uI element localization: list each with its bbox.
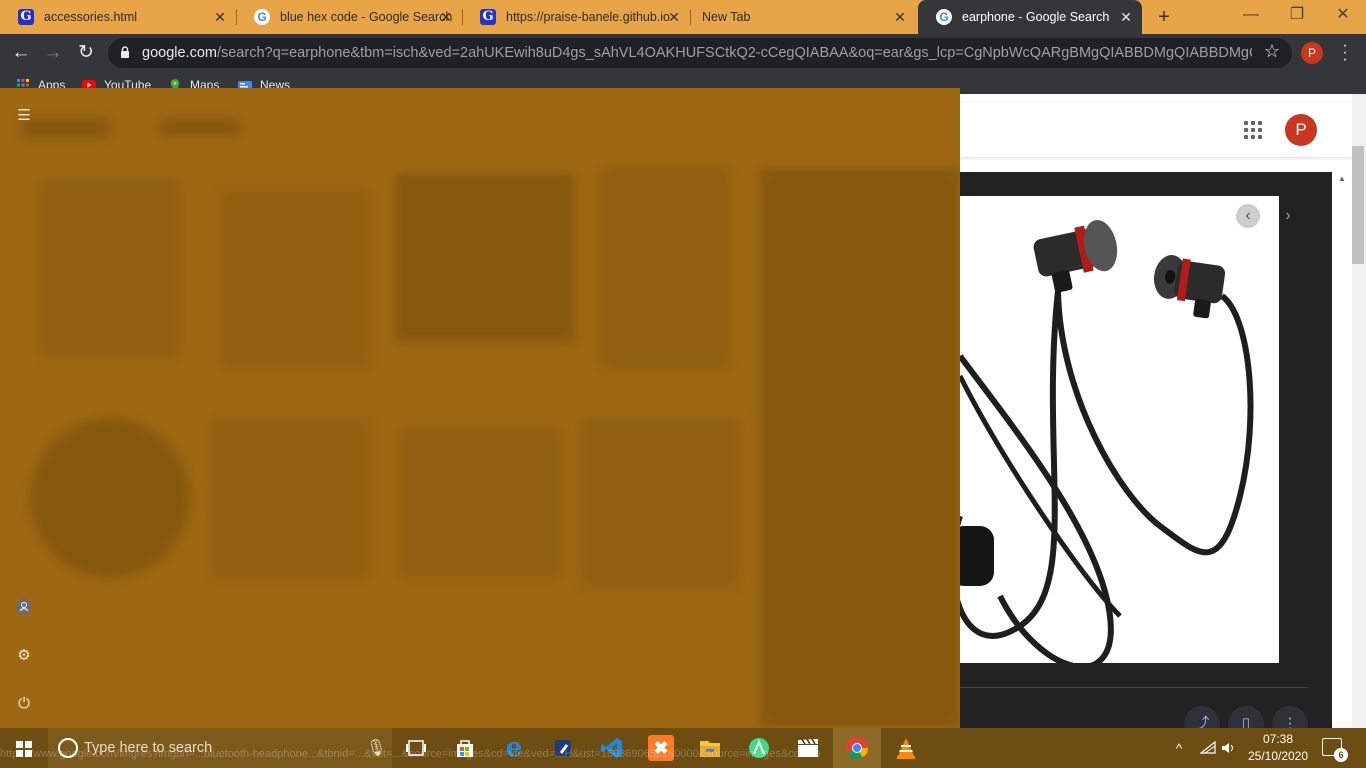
tab-blue-hex-code[interactable]: G blue hex code - Google Search ✕ bbox=[236, 0, 462, 34]
clock-time: 07:38 bbox=[1262, 732, 1294, 746]
new-tab-button[interactable]: + bbox=[1152, 5, 1176, 29]
tab-praise-banele[interactable]: G https://praise-banele.github.io ✕ bbox=[462, 0, 690, 34]
start-menu-overlay: ☰ ⚙ ⏻ bbox=[0, 88, 960, 728]
power-icon[interactable]: ⏻ bbox=[14, 694, 34, 714]
window-close-icon[interactable]: ✕ bbox=[1320, 0, 1366, 34]
minimize-icon[interactable]: — bbox=[1228, 0, 1274, 34]
account-avatar[interactable]: P bbox=[1285, 114, 1317, 146]
previous-image-button[interactable]: ‹ bbox=[1236, 204, 1260, 228]
notification-count-badge: 6 bbox=[1334, 748, 1348, 762]
close-icon[interactable]: ✕ bbox=[438, 9, 454, 25]
bookmark-star-icon[interactable]: ☆ bbox=[1264, 41, 1280, 62]
tab-title: New Tab bbox=[702, 10, 751, 24]
lock-icon bbox=[121, 46, 129, 58]
restore-icon[interactable]: ❐ bbox=[1274, 0, 1320, 34]
hamburger-menu-icon[interactable]: ☰ bbox=[14, 106, 34, 126]
g-site-icon: G bbox=[480, 9, 496, 25]
close-icon[interactable]: ✕ bbox=[892, 9, 908, 25]
viewer-divider bbox=[960, 687, 1308, 688]
address-bar[interactable]: google.com/search?q=earphone&tbm=isch&ve… bbox=[108, 38, 1292, 68]
tab-strip: G accessories.html ✕ G blue hex code - G… bbox=[0, 0, 1366, 34]
tab-accessories[interactable]: G accessories.html ✕ bbox=[0, 0, 236, 34]
tab-title: earphone - Google Search bbox=[962, 10, 1110, 24]
forward-icon[interactable]: → bbox=[40, 40, 66, 66]
g-site-icon: G bbox=[18, 9, 34, 25]
tab-new-tab[interactable]: New Tab ✕ bbox=[690, 0, 916, 34]
network-icon[interactable] bbox=[1200, 728, 1216, 768]
system-clock[interactable]: 07:38 25/10/2020 bbox=[1240, 731, 1316, 765]
tab-earphone-search[interactable]: G earphone - Google Search ✕ bbox=[918, 0, 1142, 34]
google-apps-icon[interactable] bbox=[1244, 121, 1262, 139]
close-icon[interactable]: ✕ bbox=[212, 9, 228, 25]
scroll-up-arrow-icon[interactable]: ▲ bbox=[1335, 172, 1349, 186]
google-icon: G bbox=[936, 9, 952, 25]
back-icon[interactable]: ← bbox=[8, 40, 34, 66]
google-icon: G bbox=[254, 9, 270, 25]
reload-icon[interactable]: ↻ bbox=[73, 40, 99, 66]
earphone-preview-image[interactable] bbox=[960, 196, 1279, 663]
next-image-button[interactable]: › bbox=[1276, 204, 1300, 228]
scrollbar-thumb[interactable] bbox=[1352, 146, 1364, 264]
status-bar-url: https://www.google.com/imgres?imgurl=...… bbox=[0, 748, 821, 760]
clock-date: 25/10/2020 bbox=[1247, 749, 1309, 763]
tab-title: https://praise-banele.github.io bbox=[506, 10, 670, 24]
tab-title: blue hex code - Google Search bbox=[280, 10, 453, 24]
tab-title: accessories.html bbox=[44, 10, 138, 24]
browser-menu-icon[interactable]: · · · bbox=[1340, 38, 1350, 68]
user-account-icon[interactable] bbox=[14, 598, 34, 618]
earphone-illustration bbox=[960, 219, 1254, 663]
close-icon[interactable]: ✕ bbox=[1118, 9, 1134, 25]
blurred-background bbox=[0, 88, 960, 728]
settings-gear-icon[interactable]: ⚙ bbox=[14, 646, 34, 666]
url-text: google.com/search?q=earphone&tbm=isch&ve… bbox=[142, 45, 1252, 61]
browser-toolbar: ← → ↻ google.com/search?q=earphone&tbm=i… bbox=[0, 34, 1366, 72]
close-icon[interactable]: ✕ bbox=[666, 9, 682, 25]
profile-button[interactable]: P bbox=[1301, 42, 1323, 64]
volume-icon[interactable] bbox=[1220, 728, 1236, 768]
